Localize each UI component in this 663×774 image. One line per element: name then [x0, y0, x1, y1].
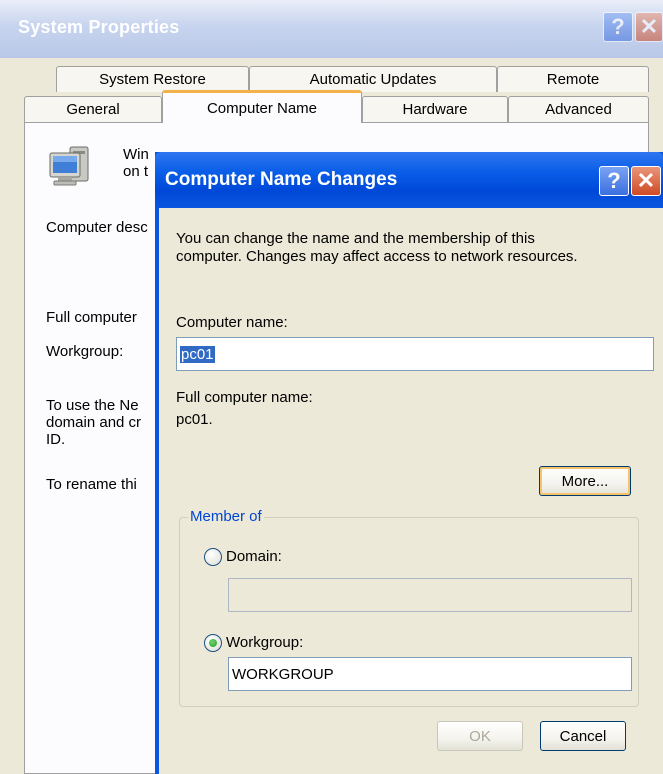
workgroup-radio[interactable] [204, 634, 222, 652]
workgroup-radio-selected-dot [209, 639, 217, 647]
full-computer-name-value: pc01. [176, 411, 213, 428]
full-computer-name-label: Full computer name: [176, 389, 313, 406]
rename-text: To rename thi [46, 476, 137, 493]
tab-automatic-updates[interactable]: Automatic Updates [249, 66, 497, 92]
full-computer-name-label: Full computer [46, 309, 137, 326]
domain-radio[interactable] [204, 548, 222, 566]
workgroup-value: WORKGROUP [232, 665, 334, 683]
intro-text-line1: Win [123, 146, 149, 163]
computer-description-label: Computer desc [46, 219, 148, 236]
domain-label: Domain: [226, 548, 282, 565]
computer-icon [49, 146, 89, 186]
dialog-body: You can change the name and the membersh… [159, 208, 663, 774]
domain-input[interactable] [228, 578, 632, 612]
tab-remote[interactable]: Remote [497, 66, 649, 92]
workgroup-input[interactable]: WORKGROUP [228, 657, 632, 691]
close-icon[interactable]: ✕ [635, 12, 663, 42]
description-line1: You can change the name and the membersh… [176, 230, 535, 247]
system-properties-title: System Properties [18, 17, 180, 37]
workgroup-label: Workgroup: [226, 634, 304, 651]
intro-text-line2: on t [123, 163, 149, 180]
system-properties-titlebar[interactable]: System Properties ? ✕ [0, 0, 663, 58]
computer-name-value: pc01 [180, 345, 215, 363]
help-icon[interactable]: ? [603, 12, 633, 42]
network-id-text-line2: domain and cr [46, 414, 142, 431]
tab-computer-name[interactable]: Computer Name [162, 90, 362, 123]
help-icon[interactable]: ? [599, 166, 629, 196]
workgroup-label: Workgroup: [46, 343, 124, 360]
dialog-titlebar[interactable]: Computer Name Changes ? ✕ [155, 152, 663, 208]
cancel-button[interactable]: Cancel [540, 721, 626, 751]
member-of-legend: Member of [188, 508, 264, 525]
description-line2: computer. Changes may affect access to n… [176, 248, 578, 265]
computer-name-changes-dialog: Computer Name Changes ? ✕ You can change… [155, 152, 663, 774]
close-icon[interactable]: ✕ [631, 166, 661, 196]
network-id-text-line1: To use the Ne [46, 397, 139, 414]
computer-name-label: Computer name: [176, 314, 288, 331]
tab-system-restore[interactable]: System Restore [56, 66, 249, 92]
dialog-title: Computer Name Changes [165, 169, 398, 190]
computer-name-input[interactable]: pc01 [176, 337, 654, 371]
ok-button[interactable]: OK [437, 721, 523, 751]
tab-advanced[interactable]: Advanced [508, 96, 649, 122]
tab-general[interactable]: General [24, 96, 162, 122]
network-id-text-line3: ID. [46, 431, 66, 448]
more-button[interactable]: More... [539, 466, 631, 496]
member-of-group: Member of Domain: Workgroup: WORKGROUP [179, 508, 639, 707]
tab-hardware[interactable]: Hardware [362, 96, 508, 122]
